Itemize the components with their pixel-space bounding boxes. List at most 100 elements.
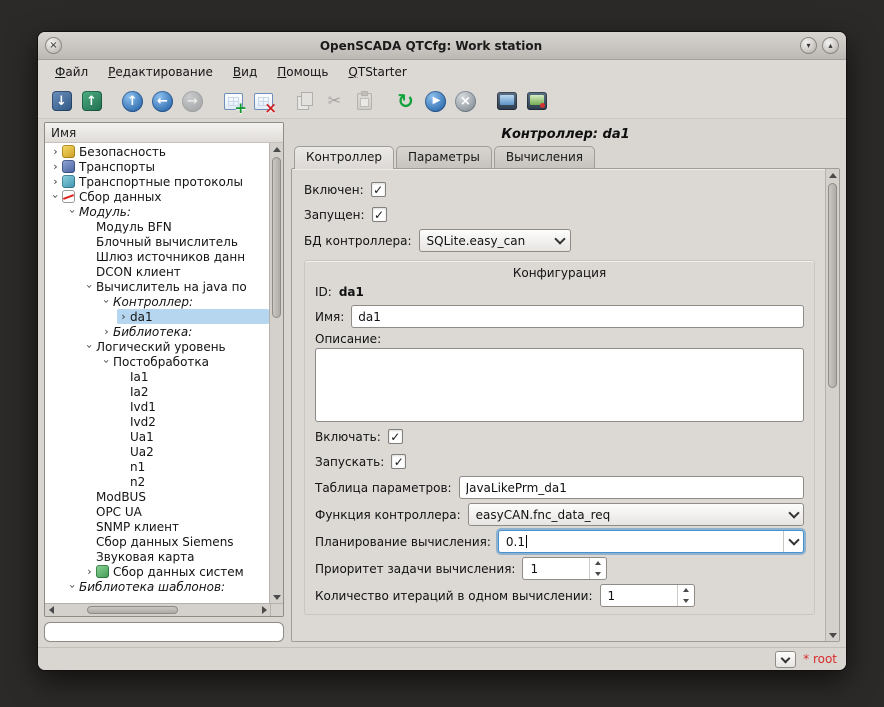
scroll-left-button[interactable] (45, 604, 57, 616)
stop-button[interactable]: × (452, 88, 479, 115)
content-vscroll-track[interactable] (826, 182, 839, 628)
parameters-table-input[interactable] (459, 476, 804, 499)
tree-item-siemens[interactable]: Сбор данных Siemens (45, 534, 269, 549)
tree-item-protocols[interactable]: ›Транспортные протоколы (45, 174, 269, 189)
tree-vertical-scrollbar[interactable] (269, 143, 283, 603)
started-checkbox[interactable]: ✓ (372, 207, 387, 222)
titlebar[interactable]: × OpenSCADA QTCfg: Work station ▾ ▴ (38, 32, 846, 60)
maximize-button[interactable]: ▴ (822, 37, 839, 54)
close-button[interactable]: × (45, 37, 62, 54)
up-button[interactable]: ↑ (119, 88, 146, 115)
tree-item-gate[interactable]: Шлюз источников данн (45, 249, 269, 264)
save-to-db-button[interactable]: ↑ (78, 88, 105, 115)
tree-item-bfn[interactable]: Модуль BFN (45, 219, 269, 234)
collapse-arrow-icon[interactable]: › (83, 340, 96, 353)
add-item-button[interactable] (220, 88, 247, 115)
collapse-arrow-icon[interactable]: › (100, 355, 113, 368)
expand-arrow-icon[interactable]: › (83, 565, 96, 578)
tree-item-controller[interactable]: ›Контроллер: (45, 294, 269, 309)
menu-item-qtstarter[interactable]: QTStarter (339, 62, 415, 82)
controller-function-select[interactable]: easyCAN.fnc_data_req (468, 503, 804, 526)
tree-item-n2[interactable]: n2 (45, 474, 269, 489)
tree-item-snmp[interactable]: SNMP клиент (45, 519, 269, 534)
back-button[interactable]: ← (149, 88, 176, 115)
tree-item-module[interactable]: ›Модуль: (45, 204, 269, 219)
spin-down-button[interactable] (678, 596, 694, 607)
menu-item-edit[interactable]: Редактирование (99, 62, 222, 82)
tree-item-ua1[interactable]: Ua1 (45, 429, 269, 444)
tree-item-n1[interactable]: n1 (45, 459, 269, 474)
expand-arrow-icon[interactable]: › (100, 325, 113, 338)
scroll-up-button[interactable] (270, 143, 283, 155)
expand-arrow-icon[interactable]: › (49, 145, 62, 158)
tree-item-ua2[interactable]: Ua2 (45, 444, 269, 459)
tree-item-modbus[interactable]: ModBUS (45, 489, 269, 504)
tree-item-ivd2[interactable]: Ivd2 (45, 414, 269, 429)
tab-calculations[interactable]: Вычисления (494, 146, 595, 168)
collapse-arrow-icon[interactable]: › (49, 190, 62, 203)
scroll-down-button[interactable] (826, 629, 839, 641)
expand-arrow-icon[interactable]: › (117, 310, 130, 323)
scroll-down-button[interactable] (270, 591, 283, 603)
expand-arrow-icon[interactable]: › (49, 175, 62, 188)
tree-item-ia2[interactable]: Ia2 (45, 384, 269, 399)
collapse-arrow-icon[interactable]: › (66, 205, 79, 218)
content-vertical-scrollbar[interactable] (825, 169, 839, 641)
iterations-spinbox[interactable]: 1 (600, 584, 695, 607)
spin-up-button[interactable] (590, 558, 606, 569)
tree-vscroll-track[interactable] (270, 156, 283, 590)
expand-arrow-icon[interactable]: › (49, 160, 62, 173)
start-button[interactable]: ▶ (422, 88, 449, 115)
tree-item-ia1[interactable]: Ia1 (45, 369, 269, 384)
tree-item-template-lib[interactable]: ›Библиотека шаблонов: (45, 579, 269, 594)
qtstarter-vision-button[interactable] (523, 88, 550, 115)
enabled-checkbox[interactable]: ✓ (371, 182, 386, 197)
menu-item-view[interactable]: Вид (224, 62, 266, 82)
load-from-db-button[interactable]: ↓ (48, 88, 75, 115)
combo-dropdown-button[interactable] (551, 230, 570, 251)
to-start-checkbox[interactable]: ✓ (391, 454, 406, 469)
tree-item-ivd1[interactable]: Ivd1 (45, 399, 269, 414)
description-textarea[interactable] (315, 348, 804, 422)
menu-item-help[interactable]: Помощь (268, 62, 337, 82)
spin-down-button[interactable] (590, 569, 606, 580)
tree-item-da1[interactable]: ›da1 (45, 309, 269, 324)
to-enable-checkbox[interactable]: ✓ (388, 429, 403, 444)
tree-header[interactable]: Имя (45, 123, 283, 143)
collapse-arrow-icon[interactable]: › (66, 580, 79, 593)
menu-item-file[interactable]: Файл (46, 62, 97, 82)
content-vscroll-thumb[interactable] (828, 183, 837, 388)
tab-parameters[interactable]: Параметры (396, 146, 492, 168)
tree-item-security[interactable]: ›Безопасность (45, 144, 269, 159)
controller-db-select[interactable]: SQLite.easy_can (419, 229, 571, 252)
tree-item-block-calc[interactable]: Блочный вычислитель (45, 234, 269, 249)
collapse-arrow-icon[interactable]: › (83, 280, 96, 293)
tree-hscroll-thumb[interactable] (87, 606, 177, 614)
combo-dropdown-button[interactable] (784, 504, 803, 525)
tree-horizontal-scrollbar[interactable] (45, 603, 283, 616)
qtstarter-config-button[interactable] (493, 88, 520, 115)
tree-hscroll-track[interactable] (57, 604, 258, 616)
scroll-up-button[interactable] (826, 169, 839, 181)
collapse-arrow-icon[interactable]: › (100, 295, 113, 308)
tree-item-transports[interactable]: ›Транспорты (45, 159, 269, 174)
spin-up-button[interactable] (678, 585, 694, 596)
refresh-button[interactable]: ↻ (392, 88, 419, 115)
tree-item-system-daq[interactable]: ›Сбор данных систем (45, 564, 269, 579)
scroll-right-button[interactable] (258, 604, 270, 616)
minimize-button[interactable]: ▾ (800, 37, 817, 54)
tree-item-library[interactable]: ›Библиотека: (45, 324, 269, 339)
tree-item-daq[interactable]: ›Сбор данных (45, 189, 269, 204)
tree-item-logic-level[interactable]: ›Логический уровень (45, 339, 269, 354)
tab-controller[interactable]: Контроллер (294, 146, 394, 169)
delete-item-button[interactable] (250, 88, 277, 115)
tree-item-postproc[interactable]: ›Постобработка (45, 354, 269, 369)
tree-vscroll-thumb[interactable] (272, 157, 281, 318)
priority-spinbox[interactable]: 1 (522, 557, 607, 580)
name-input[interactable] (351, 305, 804, 328)
combo-dropdown-button[interactable] (783, 531, 803, 552)
tree-item-javalike[interactable]: ›Вычислитель на java по (45, 279, 269, 294)
schedule-combo-input[interactable]: 0.1 (498, 530, 804, 553)
user-dropdown[interactable] (775, 651, 796, 668)
tree-item-sound-card[interactable]: Звуковая карта (45, 549, 269, 564)
